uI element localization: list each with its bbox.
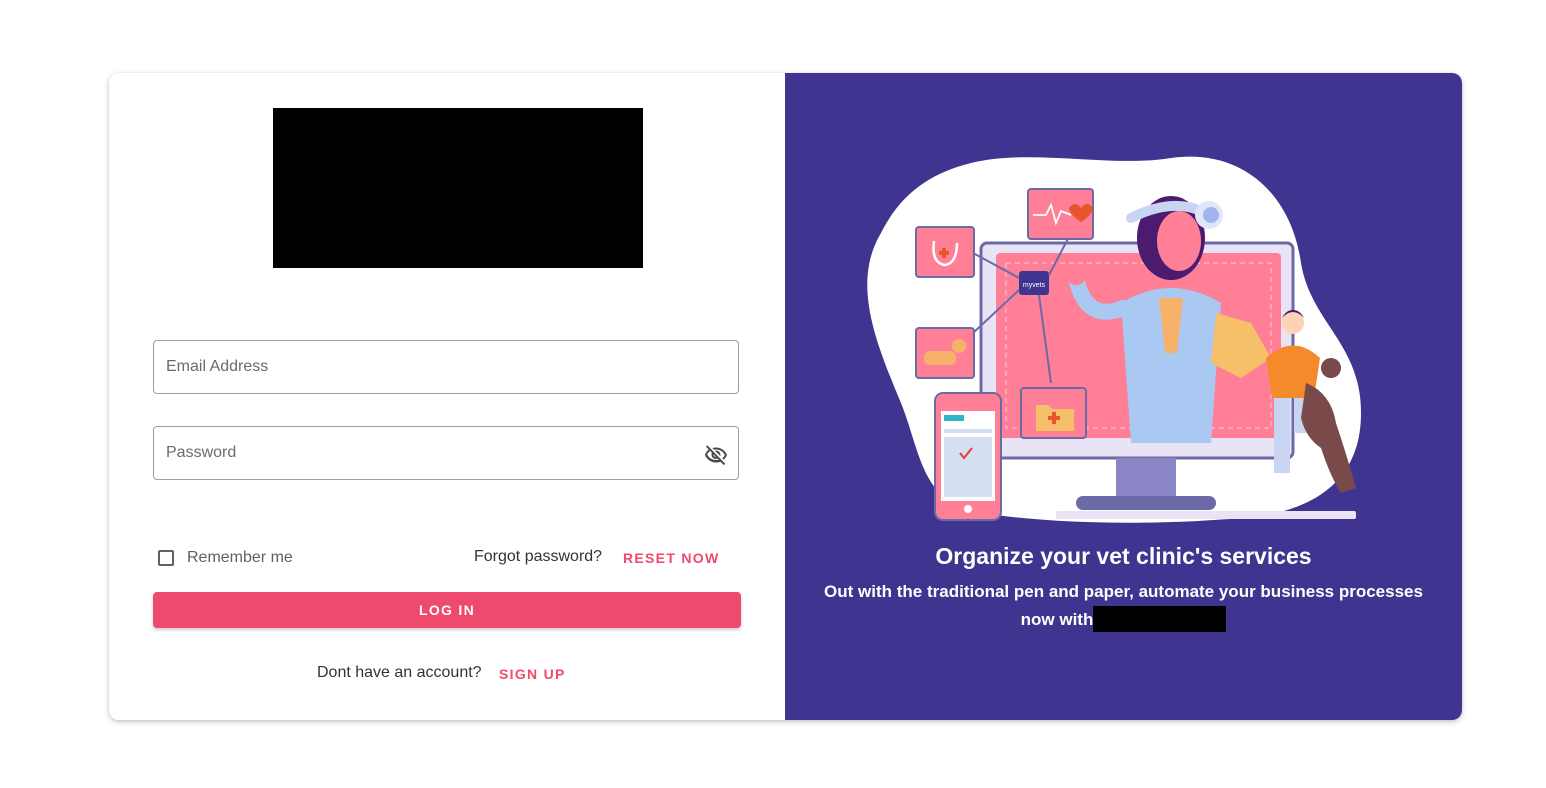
heartbeat-card-icon bbox=[1027, 188, 1094, 240]
folder-card-icon bbox=[1020, 387, 1087, 439]
login-panel: Remember me Forgot password? RESET NOW L… bbox=[109, 73, 785, 720]
eye-off-icon[interactable] bbox=[704, 443, 728, 467]
forgot-password-text: Forgot password? bbox=[474, 548, 603, 565]
vet-illustration: myvets bbox=[867, 156, 1361, 523]
remember-label: Remember me bbox=[187, 549, 293, 566]
myvets-badge: myvets bbox=[1023, 282, 1046, 289]
promo-headline: Organize your vet clinic's services bbox=[935, 543, 1312, 569]
phone-calendar-icon bbox=[934, 392, 1002, 521]
remember-checkbox[interactable] bbox=[158, 550, 174, 566]
promo-subline: Out with the traditional pen and paper, … bbox=[805, 578, 1442, 634]
email-field-wrapper bbox=[153, 340, 739, 394]
email-field[interactable] bbox=[154, 341, 738, 393]
dog-card-icon bbox=[915, 327, 975, 379]
remember-me[interactable]: Remember me bbox=[158, 549, 293, 567]
login-card: Remember me Forgot password? RESET NOW L… bbox=[109, 73, 1462, 720]
no-account-text: Dont have an account? bbox=[317, 664, 482, 681]
password-field[interactable] bbox=[154, 427, 738, 479]
logo-redacted bbox=[273, 108, 643, 268]
reset-now-button[interactable]: RESET NOW bbox=[623, 550, 719, 566]
promo-panel: myvets Organize your vet clinic's servic… bbox=[785, 73, 1462, 720]
stethoscope-card-icon bbox=[915, 226, 975, 278]
login-button[interactable]: LOG IN bbox=[153, 592, 741, 628]
sign-up-button[interactable]: SIGN UP bbox=[499, 666, 566, 682]
password-field-wrapper bbox=[153, 426, 739, 480]
brand-name-redacted bbox=[1093, 605, 1227, 632]
